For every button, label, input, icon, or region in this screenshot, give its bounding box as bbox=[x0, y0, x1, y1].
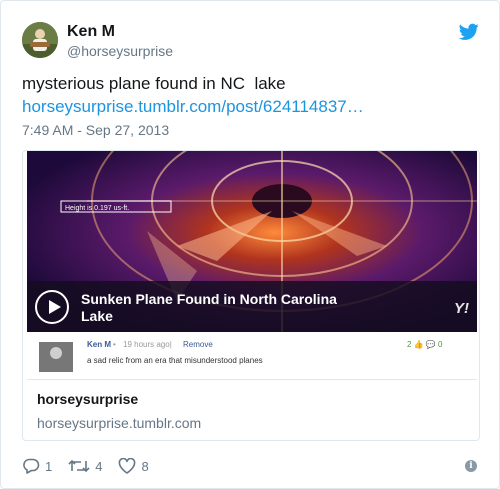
tweet-link[interactable]: horseysurprise.tumblr.com/post/624114837… bbox=[22, 96, 364, 118]
tweet-timestamp[interactable]: 7:49 AM - Sep 27, 2013 bbox=[22, 122, 169, 138]
link-card[interactable]: Height is 0.197 us-ft. Sunken Plane Foun… bbox=[22, 150, 480, 441]
like-count: 8 bbox=[141, 458, 149, 474]
avatar[interactable] bbox=[22, 22, 58, 58]
retweet-button[interactable]: 4 bbox=[68, 458, 102, 474]
author-name[interactable]: Ken M bbox=[67, 23, 115, 41]
card-domain[interactable]: horseysurprise.tumblr.com bbox=[37, 415, 201, 431]
play-icon[interactable] bbox=[35, 290, 69, 324]
heart-icon bbox=[119, 458, 136, 474]
comment-preview: Ken M • 19 hours ago| Remove a sad relic… bbox=[27, 332, 477, 380]
comment-author: Ken M bbox=[87, 340, 111, 349]
image-caption: Height is 0.197 us-ft. bbox=[65, 205, 129, 212]
comment-remove-link: Remove bbox=[183, 340, 213, 349]
comment-votes: 2 👍 💬 0 bbox=[407, 340, 443, 349]
reply-icon bbox=[23, 458, 40, 474]
twitter-bird-icon[interactable] bbox=[459, 23, 479, 41]
author-handle[interactable]: @horseysurprise bbox=[67, 43, 173, 59]
embedded-tweet: Ken M @horseysurprise mysterious plane f… bbox=[0, 0, 500, 489]
like-button[interactable]: 8 bbox=[118, 458, 149, 474]
reply-count: 1 bbox=[45, 458, 53, 474]
yahoo-logo: Y! bbox=[454, 300, 469, 317]
video-title: Sunken Plane Found in North Carolina Lak… bbox=[81, 291, 337, 324]
comment-separator: • bbox=[113, 340, 116, 349]
tweet-actions: 1 4 8 bbox=[22, 457, 165, 475]
reply-button[interactable]: 1 bbox=[22, 458, 52, 474]
comment-time: 19 hours ago| bbox=[123, 340, 172, 349]
retweet-count: 4 bbox=[95, 458, 103, 474]
tweet-text: mysterious plane found in NC lake bbox=[22, 74, 286, 93]
info-icon[interactable]: i bbox=[465, 460, 477, 472]
comment-body: a sad relic from an era that misundersto… bbox=[87, 356, 263, 365]
card-title[interactable]: horseysurprise bbox=[37, 391, 138, 407]
retweet-icon bbox=[68, 459, 90, 473]
comment-avatar bbox=[39, 342, 73, 372]
